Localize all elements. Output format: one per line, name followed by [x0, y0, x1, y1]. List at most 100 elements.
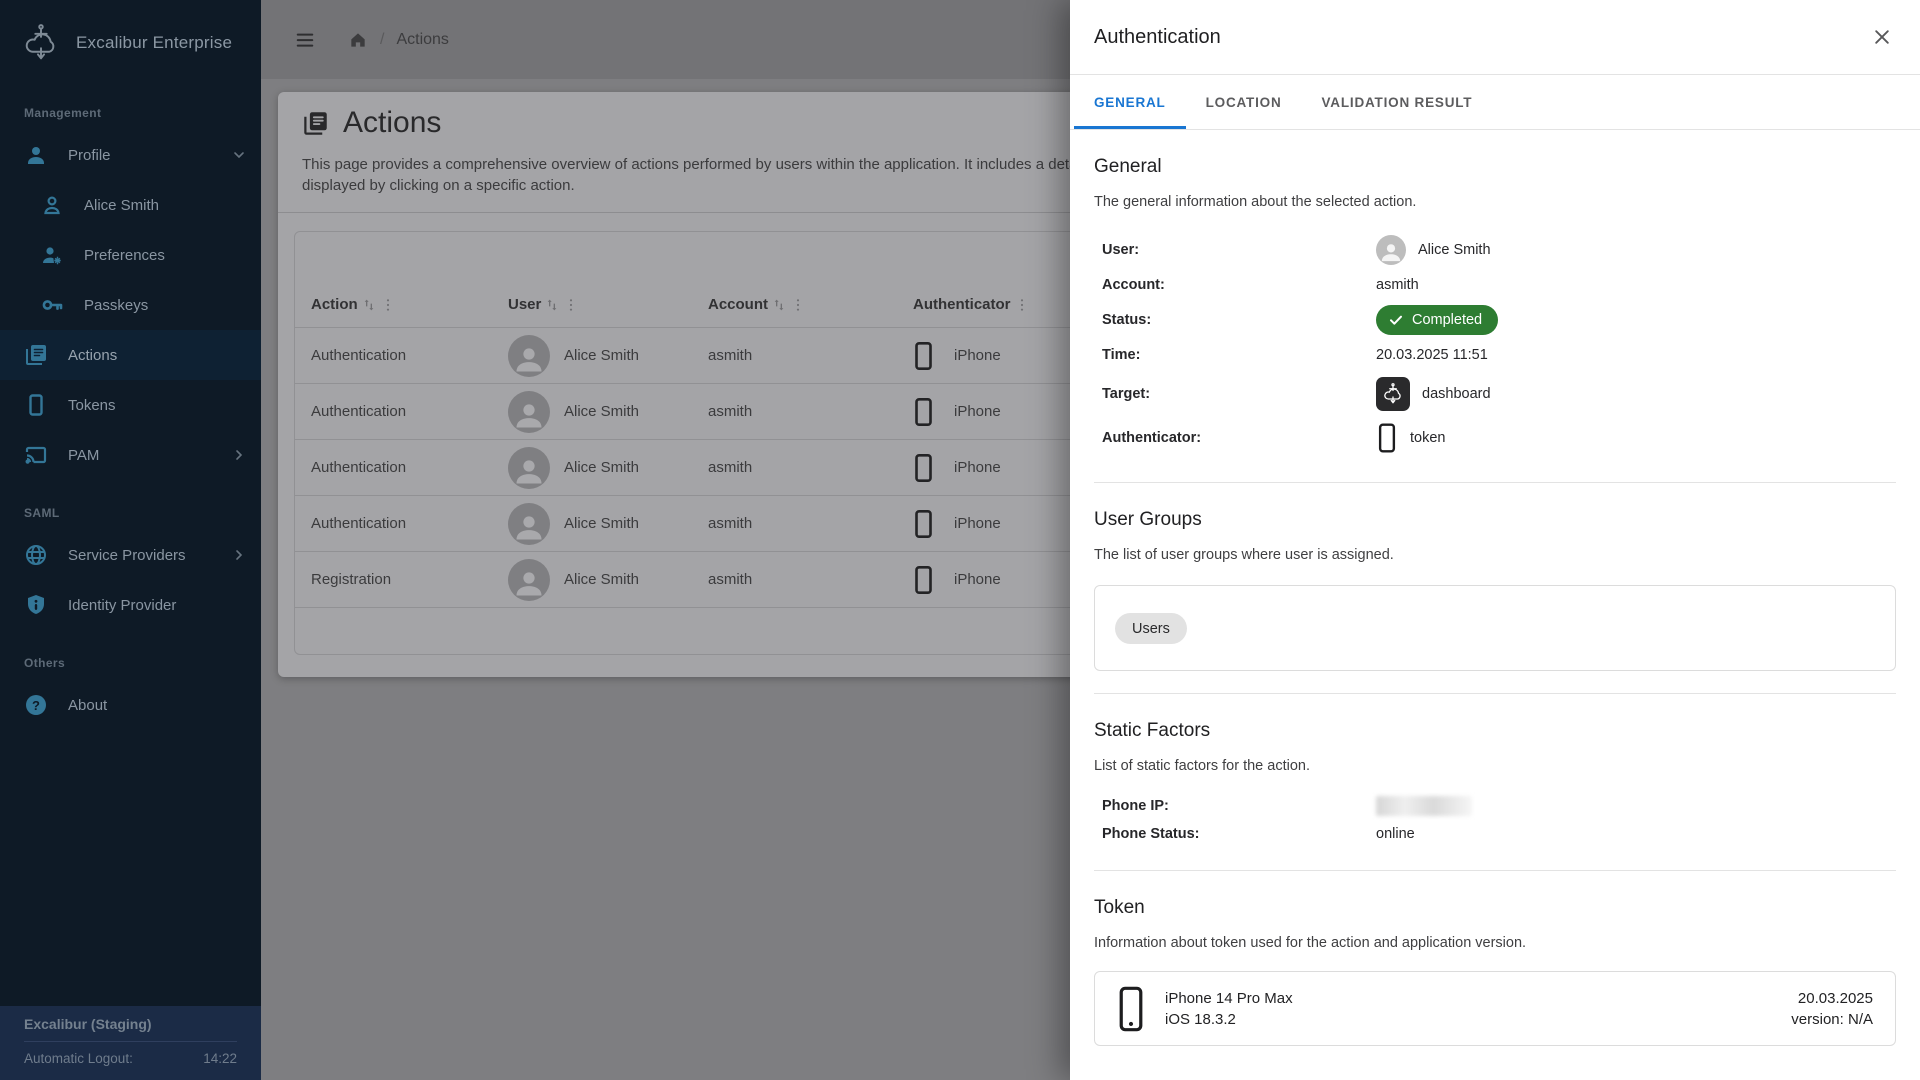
tab-validation-result[interactable]: VALIDATION RESULT: [1302, 75, 1493, 129]
avatar: [508, 503, 550, 545]
token-device: iPhone 14 Pro Max: [1165, 988, 1293, 1009]
cell-action: Authentication: [311, 347, 508, 364]
sort-icon[interactable]: [361, 297, 377, 313]
sidebar-item-service-providers[interactable]: Service Providers: [0, 530, 261, 580]
sidebar-item-identity-provider[interactable]: Identity Provider: [0, 580, 261, 630]
static-factors-description: List of static factors for the action.: [1094, 758, 1896, 774]
avatar: [1376, 235, 1406, 265]
cell-action: Authentication: [311, 403, 508, 420]
field-target: Target: dashboard: [1094, 372, 1896, 416]
breadcrumb-separator: /: [380, 31, 384, 49]
token-version: version: N/A: [1791, 1009, 1873, 1030]
sidebar-item-alice-smith[interactable]: Alice Smith: [0, 180, 261, 230]
person-icon: [514, 344, 544, 374]
person-icon: [514, 456, 544, 486]
sidebar-item-profile[interactable]: Profile: [0, 130, 261, 180]
breadcrumb: / Actions: [348, 30, 449, 50]
field-time: Time: 20.03.2025 11:51: [1094, 337, 1896, 372]
person-icon: [514, 512, 544, 542]
cell-authenticator: iPhone: [954, 571, 1001, 588]
field-account: Account: asmith: [1094, 267, 1896, 302]
help-icon: ?: [24, 693, 48, 717]
sidebar-item-label: Profile: [68, 147, 111, 164]
cell-authenticator: iPhone: [954, 515, 1001, 532]
person-icon: [514, 400, 544, 430]
sort-icon[interactable]: [544, 297, 560, 313]
sidebar-item-label: PAM: [68, 447, 99, 464]
cell-user: Alice Smith: [564, 459, 639, 476]
avatar: [508, 391, 550, 433]
column-menu-icon[interactable]: [790, 297, 806, 313]
drawer-tabs: GENERAL LOCATION VALIDATION RESULT: [1070, 75, 1920, 130]
user-groups-heading: User Groups: [1094, 509, 1896, 531]
column-header-account[interactable]: Account: [708, 296, 913, 313]
cell-authenticator: iPhone: [954, 347, 1001, 364]
column-header-user[interactable]: User: [508, 296, 708, 313]
field-phone-ip: Phone IP:: [1094, 792, 1896, 820]
sidebar-item-tokens[interactable]: Tokens: [0, 380, 261, 430]
library-icon: [24, 343, 48, 367]
section-label-others: Others: [0, 630, 261, 680]
cell-action: Authentication: [311, 515, 508, 532]
cell-action: Registration: [311, 571, 508, 588]
field-authenticator: Authenticator: token: [1094, 416, 1896, 460]
menu-icon[interactable]: [294, 29, 316, 51]
avatar: [508, 447, 550, 489]
auto-logout-label: Automatic Logout:: [24, 1051, 133, 1066]
column-header-action[interactable]: Action: [311, 296, 508, 313]
brand-title: Excalibur Enterprise: [76, 33, 232, 53]
breadcrumb-page: Actions: [396, 31, 448, 49]
phone-status-value: online: [1376, 826, 1415, 842]
sidebar-item-preferences[interactable]: Preferences: [0, 230, 261, 280]
user-value: Alice Smith: [1418, 242, 1491, 258]
field-user: User: Alice Smith: [1094, 232, 1896, 267]
token-heading: Token: [1094, 897, 1896, 919]
environment-label: Excalibur (Staging): [24, 1016, 237, 1042]
phone-icon: [1376, 422, 1398, 454]
shield-info-icon: [24, 593, 48, 617]
chevron-right-icon: [231, 547, 247, 563]
library-icon: [302, 110, 329, 137]
column-menu-icon[interactable]: [1014, 297, 1030, 313]
phone-icon: [913, 341, 934, 371]
person-outline-icon: [40, 193, 64, 217]
user-group-chip: Users: [1115, 613, 1187, 644]
column-menu-icon[interactable]: [380, 297, 396, 313]
cell-user: Alice Smith: [564, 515, 639, 532]
sidebar-item-label: Tokens: [68, 397, 116, 414]
sidebar-item-actions[interactable]: Actions: [0, 330, 261, 380]
cell-account: asmith: [708, 515, 913, 532]
phone-icon: [913, 397, 934, 427]
sort-icon[interactable]: [771, 297, 787, 313]
phone-icon: [913, 453, 934, 483]
sidebar-item-label: Actions: [68, 347, 117, 364]
divider: [1094, 870, 1896, 871]
cell-authenticator: iPhone: [954, 403, 1001, 420]
drawer-header: Authentication: [1070, 0, 1920, 75]
column-menu-icon[interactable]: [563, 297, 579, 313]
close-icon[interactable]: [1872, 27, 1892, 47]
section-label-saml: SAML: [0, 480, 261, 530]
phone-icon: [913, 509, 934, 539]
cast-icon: [24, 443, 48, 467]
sidebar-item-about[interactable]: ? About: [0, 680, 261, 730]
home-icon[interactable]: [348, 30, 368, 50]
phone-ip-redacted: [1376, 796, 1472, 816]
cell-account: asmith: [708, 347, 913, 364]
token-date: 20.03.2025: [1791, 988, 1873, 1009]
phone-icon: [913, 565, 934, 595]
divider: [1094, 693, 1896, 694]
tab-location[interactable]: LOCATION: [1186, 75, 1302, 129]
cell-account: asmith: [708, 571, 913, 588]
cell-user: Alice Smith: [564, 571, 639, 588]
cell-account: asmith: [708, 403, 913, 420]
section-label-management: Management: [0, 80, 261, 130]
sidebar: Excalibur Enterprise Management Profile …: [0, 0, 261, 1080]
sidebar-item-passkeys[interactable]: Passkeys: [0, 280, 261, 330]
sidebar-item-pam[interactable]: PAM: [0, 430, 261, 480]
field-phone-status: Phone Status: online: [1094, 820, 1896, 848]
tab-general[interactable]: GENERAL: [1074, 75, 1186, 129]
cell-user: Alice Smith: [564, 403, 639, 420]
divider: [1094, 482, 1896, 483]
user-groups-box: Users: [1094, 585, 1896, 671]
